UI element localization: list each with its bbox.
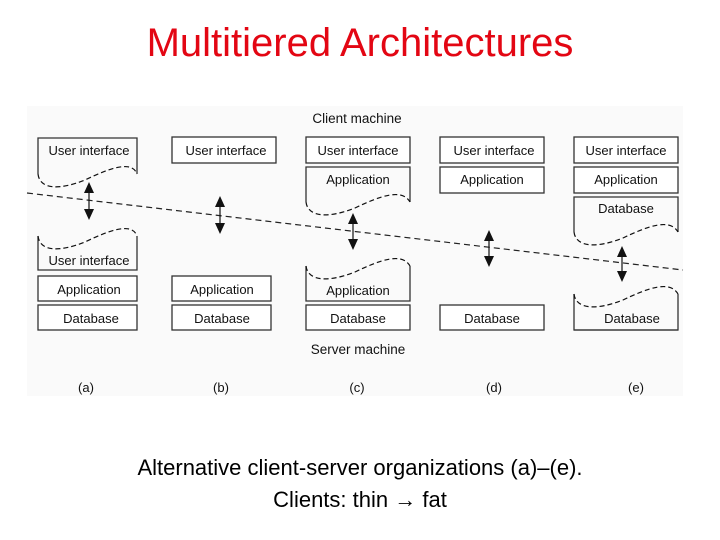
tier-label: Database — [604, 311, 660, 326]
client-machine-label: Client machine — [312, 111, 401, 126]
tier-label: Application — [460, 172, 524, 187]
tier-label: Database — [464, 311, 520, 326]
column-b: User interface Application Database (b) — [171, 136, 277, 395]
column-a: User interface User interface Applicatio… — [37, 137, 138, 395]
tier-label: User interface — [49, 253, 130, 268]
tier-label: Database — [63, 311, 119, 326]
slide-caption: Alternative client-server organizations … — [0, 452, 720, 516]
column-d: User interface Application Database (d) — [439, 136, 545, 395]
caption-line-1: Alternative client-server organizations … — [137, 455, 583, 480]
column-label: (a) — [78, 380, 94, 395]
tier-label: Application — [594, 172, 658, 187]
tier-label: Application — [326, 283, 390, 298]
tier-label: Application — [190, 282, 254, 297]
caption-line-2: Clients: thin → fat — [0, 484, 720, 516]
column-label: (d) — [486, 380, 502, 395]
caption-thin-text: Clients: thin — [273, 487, 395, 512]
cut-line — [305, 194, 411, 216]
caption-fat-text: fat — [416, 487, 447, 512]
cut-line — [305, 258, 411, 280]
bidirectional-arrow-icon — [617, 246, 627, 282]
cut-line — [573, 286, 679, 308]
tier-label: Database — [598, 201, 654, 216]
cut-line — [37, 228, 138, 250]
tier-label: Database — [330, 311, 386, 326]
cut-line — [573, 224, 679, 246]
tier-label: User interface — [454, 143, 535, 158]
server-machine-label: Server machine — [311, 342, 406, 357]
tier-label: User interface — [186, 143, 267, 158]
bidirectional-arrow-icon — [484, 230, 494, 267]
column-e: User interface Application Database Data… — [573, 136, 679, 395]
column-label: (e) — [628, 380, 644, 395]
right-arrow-icon: → — [394, 487, 417, 512]
cut-line — [37, 166, 138, 188]
tier-label: User interface — [318, 143, 399, 158]
tier-label: User interface — [586, 143, 667, 158]
tier-label: Application — [57, 282, 121, 297]
tier-label: User interface — [49, 143, 130, 158]
tier-label: Database — [194, 311, 250, 326]
column-label: (c) — [349, 380, 364, 395]
column-label: (b) — [213, 380, 229, 395]
tier-label: Application — [326, 172, 390, 187]
